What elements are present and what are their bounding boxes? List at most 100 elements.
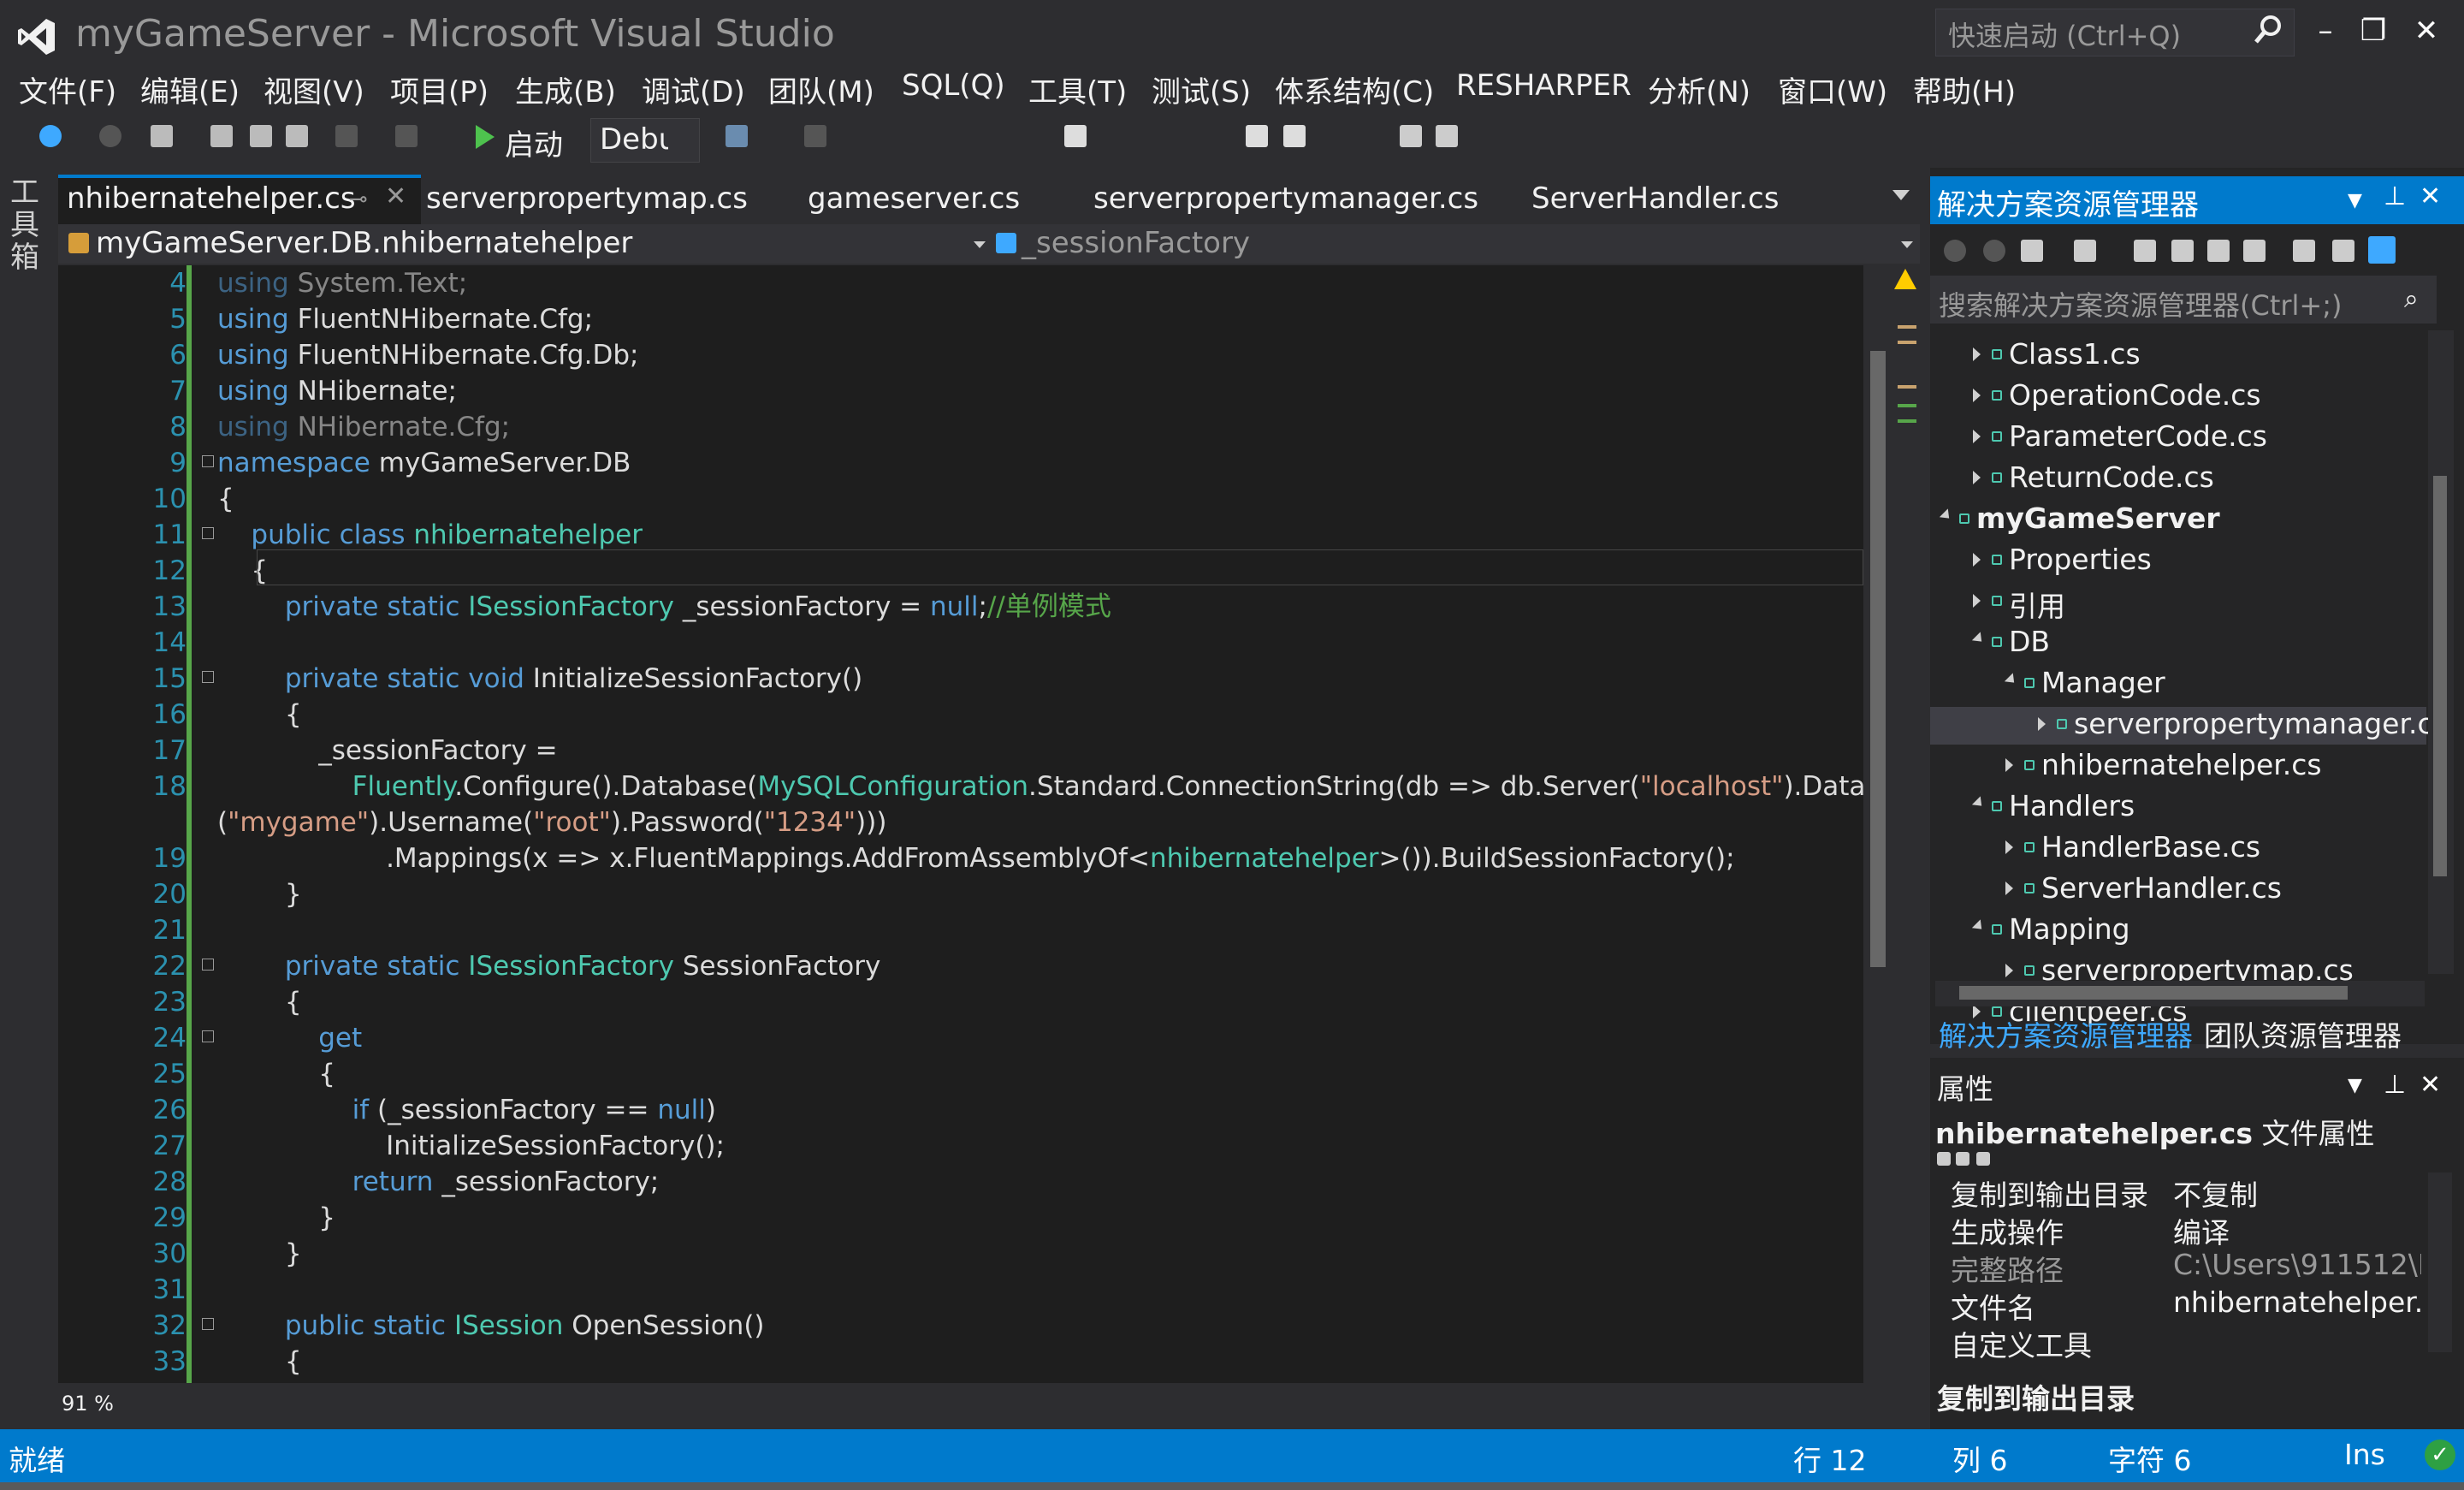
collapsed-arrow-icon[interactable] <box>1973 471 1981 484</box>
search-icon[interactable]: ⌕ <box>2404 284 2419 314</box>
code-line[interactable]: 15 private static void InitializeSession… <box>58 661 1863 697</box>
code-line[interactable]: 33 { <box>58 1344 1863 1380</box>
menu-test[interactable]: 测试(S) <box>1152 68 1251 110</box>
code-line[interactable]: 16 { <box>58 697 1863 733</box>
refresh-icon[interactable] <box>2171 240 2194 262</box>
prop-value-build-action[interactable]: 编译 <box>2173 1210 2421 1251</box>
close-panel-icon[interactable]: ✕ <box>2420 181 2441 211</box>
tab-overflow-dropdown-icon[interactable] <box>1892 190 1910 200</box>
code-line[interactable]: 32 public static ISession OpenSession() <box>58 1308 1863 1344</box>
menu-window[interactable]: 窗口(W) <box>1778 68 1887 110</box>
types-dropdown-arrow-icon[interactable] <box>974 241 986 248</box>
code-line[interactable]: 21 <box>58 912 1863 948</box>
undo-icon[interactable] <box>335 125 358 147</box>
publish-icon[interactable] <box>1400 125 1422 147</box>
menu-resharper[interactable]: RESHARPER <box>1456 68 1632 103</box>
collapsed-arrow-icon[interactable] <box>2005 758 2013 772</box>
tab-serverpropertymap[interactable]: serverpropertymap.cs <box>426 181 748 216</box>
close-button[interactable]: ✕ <box>2402 7 2450 55</box>
menu-debug[interactable]: 调试(D) <box>642 68 745 110</box>
navigate-forward-icon[interactable] <box>99 125 121 147</box>
tree-item[interactable]: nhibernatehelper.cs <box>2041 748 2322 781</box>
code-line[interactable]: 30 } <box>58 1236 1863 1272</box>
new-project-icon[interactable] <box>151 125 173 147</box>
solution-explorer-scrollbar-thumb[interactable] <box>2433 476 2447 876</box>
collapse-region-icon[interactable] <box>202 1030 214 1042</box>
tree-item[interactable]: Handlers <box>2009 789 2135 822</box>
step-over-icon[interactable] <box>1246 125 1268 147</box>
panel-menu-icon[interactable]: ▼ <box>2348 190 2362 211</box>
menu-project[interactable]: 项目(P) <box>390 68 489 110</box>
menu-edit[interactable]: 编辑(E) <box>140 68 240 110</box>
deploy-icon[interactable] <box>1436 125 1458 147</box>
collapsed-arrow-icon[interactable] <box>2038 717 2046 731</box>
comment-icon[interactable] <box>804 125 826 147</box>
step-into-icon[interactable] <box>1283 125 1306 147</box>
tree-item[interactable]: serverpropertymanager.cs <box>2074 707 2448 740</box>
code-line[interactable]: 20 } <box>58 876 1863 912</box>
open-file-icon[interactable] <box>210 125 233 147</box>
pending-changes-filter-icon[interactable] <box>2074 240 2096 262</box>
collapse-region-icon[interactable] <box>202 527 214 539</box>
collapse-all-icon[interactable] <box>2207 240 2230 262</box>
code-line[interactable]: 22 private static ISessionFactory Sessio… <box>58 948 1863 984</box>
property-pages-icon[interactable] <box>1976 1152 1990 1166</box>
pin-tab-icon[interactable]: ⊸ <box>349 187 368 212</box>
back-icon[interactable] <box>1944 240 1966 262</box>
properties-wrench-icon[interactable] <box>2332 240 2354 262</box>
collapse-region-icon[interactable] <box>202 1318 214 1330</box>
code-line[interactable]: 31 <box>58 1272 1863 1308</box>
properties-scrollbar[interactable] <box>2428 1172 2452 1352</box>
tree-item[interactable]: 引用 <box>2009 584 2065 625</box>
categorized-icon[interactable] <box>1937 1152 1951 1166</box>
collapsed-arrow-icon[interactable] <box>2005 840 2013 854</box>
collapsed-arrow-icon[interactable] <box>1973 594 1981 608</box>
prop-value-file-name[interactable]: nhibernatehelper.cs <box>2173 1285 2421 1319</box>
tree-item[interactable]: DB <box>2009 625 2050 658</box>
close-tab-icon[interactable]: ✕ <box>385 181 406 211</box>
save-all-icon[interactable] <box>286 125 308 147</box>
menu-analyze[interactable]: 分析(N) <box>1648 68 1750 110</box>
collapse-region-icon[interactable] <box>202 959 214 971</box>
collapse-region-icon[interactable] <box>202 455 214 467</box>
collapsed-arrow-icon[interactable] <box>1973 553 1981 567</box>
menu-architecture[interactable]: 体系结构(C) <box>1275 68 1434 110</box>
save-icon[interactable] <box>250 125 272 147</box>
code-line[interactable]: 7 using NHibernate; <box>58 373 1863 409</box>
properties-menu-icon[interactable]: ▼ <box>2348 1075 2362 1096</box>
code-line[interactable]: 14 <box>58 625 1863 661</box>
bookmark-icon[interactable] <box>1064 125 1087 147</box>
redo-icon[interactable] <box>395 125 418 147</box>
quick-launch-input[interactable]: 快速启动 (Ctrl+Q) <box>1935 9 2295 56</box>
tree-item[interactable]: Class1.cs <box>2009 337 2141 371</box>
code-line[interactable]: 23 { <box>58 984 1863 1020</box>
code-line[interactable]: 10 { <box>58 481 1863 517</box>
start-button[interactable]: 启动 <box>505 122 563 163</box>
code-editor[interactable]: 4 using System.Text; 5 using FluentNHiberna… <box>58 265 1863 1383</box>
code-line[interactable]: 6 using FluentNHibernate.Cfg.Db; <box>58 337 1863 373</box>
zoom-level-dropdown[interactable]: 91 % <box>62 1392 114 1416</box>
tree-item[interactable]: Mapping <box>2009 912 2130 946</box>
restore-button[interactable]: ❐ <box>2349 7 2397 55</box>
prop-value-copy-to-output[interactable]: 不复制 <box>2173 1172 2421 1214</box>
types-dropdown[interactable]: myGameServer.DB.nhibernatehelper <box>96 226 632 260</box>
code-line[interactable]: 17 _sessionFactory = <box>58 733 1863 769</box>
solution-configuration-dropdown[interactable]: Debug <box>590 118 700 163</box>
tree-item[interactable]: HandlerBase.cs <box>2041 830 2260 864</box>
tree-item[interactable]: myGameServer <box>1976 502 2220 535</box>
code-line[interactable]: 11 public class nhibernatehelper <box>58 517 1863 553</box>
alphabetical-icon[interactable] <box>1956 1152 1969 1166</box>
collapse-region-icon[interactable] <box>202 671 214 683</box>
search-icon[interactable] <box>2254 14 2283 46</box>
minimize-button[interactable]: – <box>2301 7 2349 55</box>
menu-sql[interactable]: SQL(Q) <box>902 68 1005 103</box>
editor-scrollbar-thumb[interactable] <box>1870 351 1886 967</box>
code-line[interactable]: 27 InitializeSessionFactory(); <box>58 1128 1863 1164</box>
menu-view[interactable]: 视图(V) <box>264 68 364 110</box>
tree-item[interactable]: ParameterCode.cs <box>2009 419 2267 453</box>
view-code-icon[interactable] <box>2293 240 2315 262</box>
tree-item[interactable]: Properties <box>2009 543 2152 576</box>
solution-explorer-horizontal-thumb[interactable] <box>1959 986 2348 1000</box>
code-line[interactable]: 34 return SessionFactory.OpenSession(); <box>58 1380 1863 1383</box>
tab-nhibernatehelper[interactable]: nhibernatehelper.cs <box>67 181 356 216</box>
